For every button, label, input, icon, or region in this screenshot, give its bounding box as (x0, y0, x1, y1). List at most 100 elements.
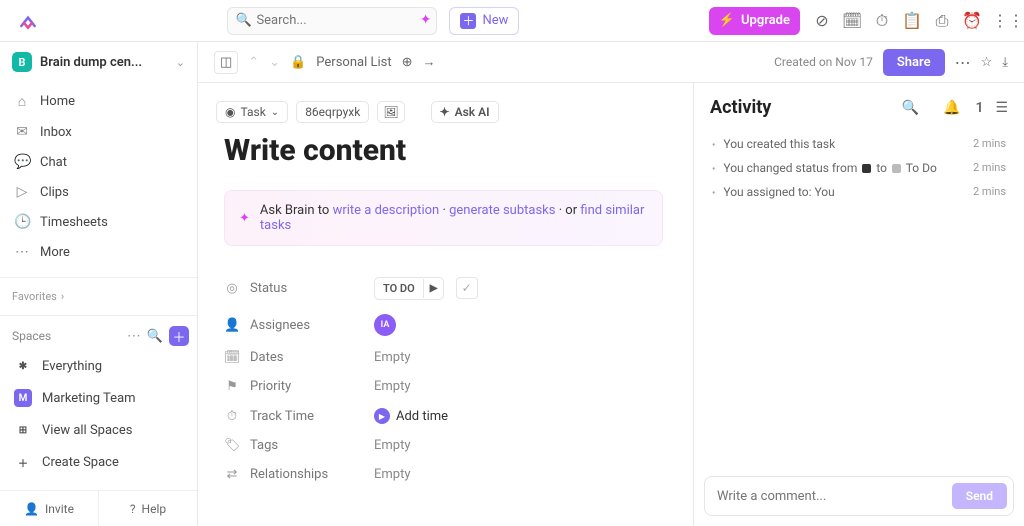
breadcrumb-arrow-icon[interactable]: → (423, 54, 436, 70)
flag-icon: ⚑ (224, 379, 240, 394)
alarm-icon[interactable]: ⏰ (962, 11, 982, 30)
play-icon: ▶ (374, 408, 390, 424)
clipboard-icon[interactable]: 📋 (902, 11, 922, 30)
clips-icon: ▷ (14, 184, 30, 200)
space-label: Everything (42, 359, 102, 374)
share-button[interactable]: Share (883, 49, 945, 76)
activity-bell[interactable]: 🔔1 (931, 100, 983, 116)
workspace-name[interactable]: Brain dump cen... (40, 55, 168, 70)
workspace-avatar[interactable]: B (12, 52, 32, 72)
add-time-button[interactable]: ▶Add time (374, 408, 448, 424)
tags-value[interactable]: Empty (374, 438, 411, 453)
calendar-icon: 🗓 (224, 350, 240, 365)
invite-button[interactable]: 👤Invite (0, 491, 99, 526)
space-everything[interactable]: ✱ Everything (0, 350, 197, 382)
new-button[interactable]: ＋ New (449, 7, 519, 35)
more-icon: ⋯ (14, 244, 30, 260)
activity-search-icon[interactable]: 🔍 (902, 100, 919, 116)
space-marketing[interactable]: M Marketing Team (0, 382, 197, 414)
breadcrumb-add-icon[interactable]: ⊕ (402, 55, 413, 70)
status-next-icon[interactable]: ▶ (423, 279, 444, 298)
priority-label: Priority (250, 379, 291, 394)
sidebar-item-label: Clips (40, 185, 69, 200)
status-complete-button[interactable]: ✓ (456, 277, 478, 299)
download-icon[interactable]: ⤓ (1002, 55, 1008, 70)
space-create[interactable]: ＋Create Space (0, 446, 197, 478)
brain-write-link[interactable]: write a description (333, 203, 440, 218)
video-icon[interactable]: ⎙ (932, 11, 952, 31)
send-button[interactable]: Send (952, 483, 1007, 509)
track-time-label: Track Time (250, 409, 314, 424)
inbox-icon: ✉ (14, 124, 30, 140)
sidebar-item-clips[interactable]: ▷ Clips (0, 177, 197, 207)
status-label: Status (250, 281, 287, 296)
sidebar-item-inbox[interactable]: ✉ Inbox (0, 117, 197, 147)
favorites-section[interactable]: Favorites› (0, 284, 197, 309)
brain-generate-link[interactable]: generate subtasks (449, 203, 555, 218)
app-logo[interactable] (18, 11, 38, 31)
calendar-icon[interactable]: 🗓 (842, 11, 862, 30)
chevron-down-icon[interactable]: ⌄ (176, 56, 185, 69)
brain-suggestion-box: ✦ Ask Brain to write a description · gen… (224, 190, 663, 246)
image-chip[interactable]: 🖼 (377, 101, 404, 123)
relationships-icon: ⇄ (224, 467, 240, 482)
new-label: New (482, 13, 508, 28)
sparkle-icon: ✦ (440, 105, 450, 119)
sidebar-item-label: Timesheets (40, 215, 108, 230)
assignee-avatar[interactable]: IA (374, 314, 396, 336)
grid-icon: ⊞ (14, 421, 32, 439)
sidebar-item-label: Inbox (40, 125, 72, 140)
more-icon[interactable]: ⋯ (955, 53, 971, 72)
add-space-button[interactable]: ＋ (169, 326, 189, 346)
activity-item: • You changed status from to To Do 2 min… (702, 156, 1016, 180)
nav-back-icon[interactable]: ⌃ (248, 55, 259, 70)
sidebar-item-chat[interactable]: 💬Chat (0, 147, 197, 177)
sidebar-item-home[interactable]: ⌂ Home (0, 86, 197, 117)
dates-value[interactable]: Empty (374, 350, 411, 365)
spaces-more-icon[interactable]: ⋯ (127, 328, 141, 344)
timesheets-icon: 🕒 (14, 214, 30, 230)
nav-forward-icon[interactable]: ⌄ (269, 55, 280, 70)
apps-icon[interactable]: ⋮⋮⋮ (992, 11, 1012, 30)
sidebar-item-timesheets[interactable]: 🕒 Timesheets (0, 207, 197, 237)
ask-ai-button[interactable]: ✦Ask AI (431, 101, 499, 123)
chevron-down-icon: ⌄ (271, 107, 279, 118)
chevron-right-icon: › (61, 290, 64, 303)
help-button[interactable]: ?Help (99, 491, 197, 526)
space-label: View all Spaces (42, 423, 132, 438)
assignee-icon: 👤 (224, 318, 240, 333)
created-date: Created on Nov 17 (774, 55, 873, 69)
check-circle-icon[interactable]: ⊘ (812, 11, 832, 30)
task-type-chip[interactable]: ◉Task⌄ (216, 101, 288, 123)
task-id-chip[interactable]: 86eqrpyxk (296, 101, 369, 123)
space-view-all[interactable]: ⊞ View all Spaces (0, 414, 197, 446)
space-label: Marketing Team (42, 391, 136, 406)
activity-filter-icon[interactable]: ☰ (995, 100, 1008, 116)
comment-input[interactable] (717, 489, 952, 504)
space-label: Create Space (42, 455, 119, 470)
spaces-search-icon[interactable]: 🔍 (147, 329, 163, 344)
marketing-badge: M (14, 389, 32, 407)
upgrade-button[interactable]: ⚡ Upgrade (709, 7, 800, 35)
search-ai-icon[interactable]: ✦ (420, 12, 432, 28)
search-input[interactable] (227, 7, 437, 35)
help-icon: ? (130, 502, 136, 516)
task-title[interactable]: Write content (224, 133, 663, 168)
sidebar-toggle-icon[interactable]: ◫ (214, 51, 238, 74)
sidebar-item-more[interactable]: ⋯ More (0, 237, 197, 267)
breadcrumb[interactable]: Personal List (316, 55, 391, 70)
priority-value[interactable]: Empty (374, 379, 411, 394)
activity-title: Activity (710, 97, 890, 118)
home-icon: ⌂ (14, 93, 30, 110)
everything-icon: ✱ (14, 357, 32, 375)
activity-item: •You created this task2 mins (702, 132, 1016, 156)
relationships-label: Relationships (250, 467, 328, 482)
sidebar-item-label: Home (40, 94, 75, 109)
image-icon: 🖼 (383, 105, 398, 119)
sidebar-item-label: More (40, 245, 70, 260)
brain-icon: ✦ (239, 211, 250, 226)
status-pill[interactable]: TO DO▶ (374, 277, 444, 300)
star-icon[interactable]: ☆ (981, 55, 993, 70)
relationships-value[interactable]: Empty (374, 467, 411, 482)
stopwatch-icon[interactable]: ⏱ (872, 11, 892, 31)
